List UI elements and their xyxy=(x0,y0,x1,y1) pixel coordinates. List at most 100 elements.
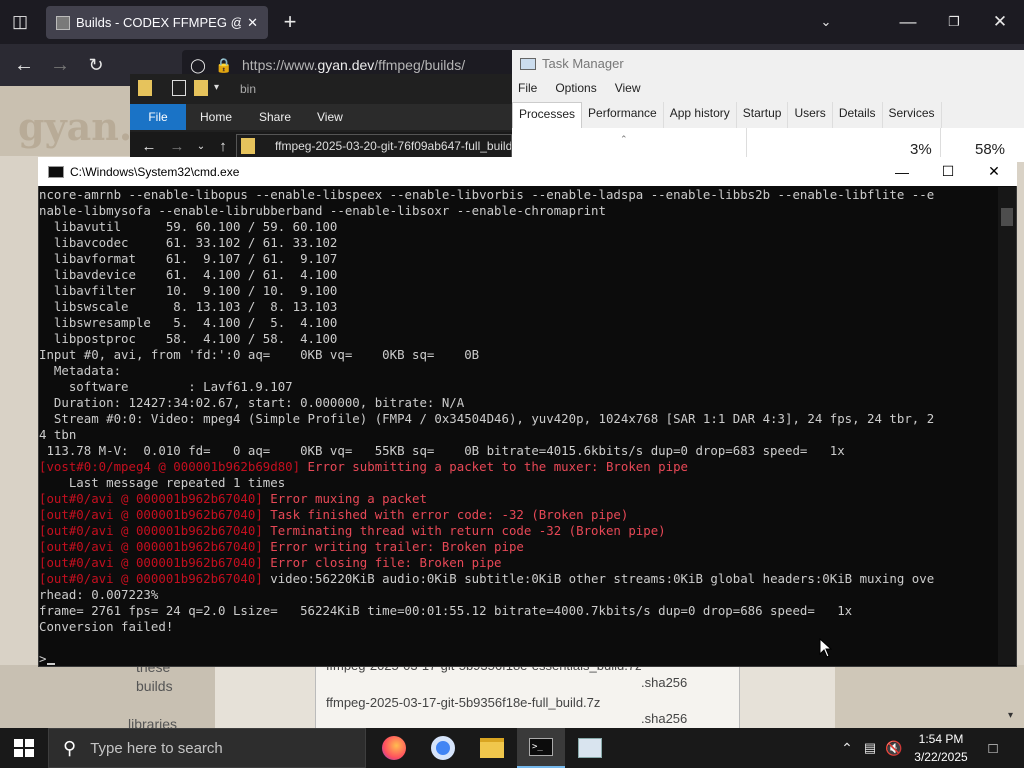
taskbar-file-explorer[interactable] xyxy=(468,728,516,768)
close-window-icon[interactable]: ✕ xyxy=(988,10,1012,34)
cmd-log-prefix: [out#0/avi @ 000001b962b67040] xyxy=(39,491,263,506)
taskbar-firefox[interactable] xyxy=(370,728,418,768)
explorer-recent-chevron-icon[interactable]: ⌄ xyxy=(194,136,208,156)
lock-icon[interactable]: 🔒 xyxy=(214,54,234,76)
explorer-forward-icon[interactable]: → xyxy=(168,136,186,156)
start-windows-icon[interactable] xyxy=(14,739,34,757)
memory-usage[interactable]: 58% xyxy=(975,141,1005,158)
cmd-close-icon[interactable]: ✕ xyxy=(971,157,1017,186)
shield-icon[interactable]: ◯ xyxy=(188,54,208,76)
cmd-line: libavcodec 61. 33.102 / 61. 33.102 xyxy=(39,235,338,250)
cmd-line: [out#0/avi @ 000001b962b67040] Task fini… xyxy=(39,507,997,523)
cmd-minimize-icon[interactable]: — xyxy=(879,157,925,186)
tm-tab-app-history[interactable]: App history xyxy=(664,102,737,128)
properties-icon[interactable] xyxy=(172,80,186,96)
volume-muted-icon[interactable]: 🔇 xyxy=(884,738,904,758)
tm-tab-users[interactable]: Users xyxy=(788,102,833,128)
sidebar-link-builds[interactable]: builds xyxy=(136,678,173,694)
cmd-line: [out#0/avi @ 000001b962b67040] Error clo… xyxy=(39,555,997,571)
tm-menu-file[interactable]: File xyxy=(518,81,537,95)
cmd-log-message: video:56220KiB audio:0KiB subtitle:0KiB … xyxy=(262,571,935,586)
cmd-error-message: Error writing trailer: Broken pipe xyxy=(262,539,524,554)
sort-chevron-icon[interactable]: ⌃ xyxy=(620,134,628,145)
tab-list-chevron-icon[interactable]: ⌄ xyxy=(814,10,838,34)
cmd-error-message: Error muxing a packet xyxy=(262,491,427,506)
new-tab-icon[interactable]: + xyxy=(278,9,302,34)
cmd-line: [out#0/avi @ 000001b962b67040] Error mux… xyxy=(39,491,997,507)
cmd-line: libavformat 61. 9.107 / 61. 9.107 xyxy=(39,251,338,266)
quick-access-chevron-icon[interactable]: ▾ xyxy=(214,82,219,93)
task-manager-titlebar: Task Manager xyxy=(520,56,624,71)
cmd-maximize-icon[interactable]: ☐ xyxy=(925,157,971,186)
task-manager-title: Task Manager xyxy=(542,56,624,71)
tm-tab-processes[interactable]: Processes xyxy=(512,102,583,128)
site-sidebar: these builds libraries xyxy=(0,659,215,732)
network-icon[interactable]: ▤ xyxy=(860,738,880,758)
cmd-line: [out#0/avi @ 000001b962b67040] Terminati… xyxy=(39,523,997,539)
page-scroll-down-icon[interactable]: ▾ xyxy=(1008,710,1013,721)
search-icon: ⚲ xyxy=(63,737,77,758)
tm-tab-startup[interactable]: Startup xyxy=(737,102,789,128)
tm-menu-options[interactable]: Options xyxy=(555,81,596,95)
cmd-error-message: Terminating thread with return code -32 … xyxy=(262,523,666,538)
task-manager-tabs: Processes Performance App history Startu… xyxy=(512,102,942,128)
tm-tab-details[interactable]: Details xyxy=(833,102,883,128)
reload-icon[interactable]: ↻ xyxy=(84,53,108,77)
cmd-line: Conversion failed! xyxy=(39,619,174,634)
cmd-output[interactable]: ncore-amrnb --enable-libopus --enable-li… xyxy=(39,187,997,665)
cmd-line: frame= 2761 fps= 24 q=2.0 Lsize= 56224Ki… xyxy=(39,603,853,618)
cmd-line: [out#0/avi @ 000001b962b67040] Error wri… xyxy=(39,539,997,555)
taskbar-cmd[interactable]: >_ xyxy=(517,728,565,768)
cmd-line: rhead: 0.007223% xyxy=(39,587,159,602)
cmd-scroll-thumb[interactable] xyxy=(1001,208,1013,226)
explorer-up-icon[interactable]: ↑ xyxy=(214,136,232,156)
back-icon[interactable]: ← xyxy=(12,53,36,77)
minimize-icon[interactable]: — xyxy=(896,10,920,34)
notifications-icon[interactable]: □ xyxy=(982,738,1004,758)
tab-overview-icon[interactable]: ◫ xyxy=(8,10,32,34)
url-domain: gyan.dev xyxy=(317,57,375,73)
cmd-line xyxy=(39,635,997,651)
restore-icon[interactable]: ❐ xyxy=(942,10,966,34)
cmd-line: nable-libmysofa --enable-librubberband -… xyxy=(39,203,606,218)
site-favicon-icon xyxy=(56,15,70,30)
cmd-line: ncore-amrnb --enable-libopus --enable-li… xyxy=(39,187,935,202)
cmd-line: libpostproc 58. 4.100 / 58. 4.100 xyxy=(39,331,338,346)
cmd-line: Duration: 12427:34:02.67, start: 0.00000… xyxy=(39,395,465,410)
cmd-log-prefix: [out#0/avi @ 000001b962b67040] xyxy=(39,555,263,570)
browser-tab-title: Builds - CODEX FFMPEG @ gyan.dev xyxy=(76,15,241,30)
cmd-log-prefix: [out#0/avi @ 000001b962b67040] xyxy=(39,523,263,538)
forward-icon[interactable]: → xyxy=(48,53,72,77)
tm-tab-performance[interactable]: Performance xyxy=(582,102,664,128)
firefox-icon xyxy=(382,736,406,760)
cmd-log-prefix: [out#0/avi @ 000001b962b67040] xyxy=(39,571,263,586)
tray-chevron-up-icon[interactable]: ⌃ xyxy=(838,738,856,758)
explorer-tab-home[interactable]: Home xyxy=(200,104,232,130)
cpu-usage[interactable]: 3% xyxy=(910,141,932,158)
task-manager-icon xyxy=(520,57,536,70)
cmd-line: [vost#0:0/mpeg4 @ 000001b962b69d80] Erro… xyxy=(39,459,997,475)
explorer-back-icon[interactable]: ← xyxy=(140,136,158,156)
tm-tab-services[interactable]: Services xyxy=(883,102,942,128)
explorer-tab-share[interactable]: Share xyxy=(259,104,291,130)
close-tab-icon[interactable]: ✕ xyxy=(247,15,258,31)
tm-menu-view[interactable]: View xyxy=(615,81,641,95)
cmd-scrollbar[interactable] xyxy=(998,187,1016,665)
taskbar-search[interactable]: ⚲ Type here to search xyxy=(48,728,366,768)
file-ext-essentials[interactable]: .sha256 xyxy=(641,675,687,690)
taskbar-clock[interactable]: 1:54 PM 3/22/2025 xyxy=(906,730,976,766)
clock-time: 1:54 PM xyxy=(918,732,964,746)
cmd-line: Metadata: xyxy=(39,363,122,378)
file-link-full[interactable]: ffmpeg-2025-03-17-git-5b9356f18e-full_bu… xyxy=(326,695,600,710)
taskbar-chrome[interactable] xyxy=(419,728,467,768)
explorer-tab-file[interactable]: File xyxy=(130,104,186,130)
file-ext-full[interactable]: .sha256 xyxy=(641,711,687,726)
site-logo: gyan.dev xyxy=(0,86,205,156)
cmd-taskbar-icon: >_ xyxy=(529,738,553,756)
browser-tab[interactable]: Builds - CODEX FFMPEG @ gyan.dev ✕ xyxy=(46,6,268,39)
folder-icon xyxy=(138,80,152,96)
taskbar-task-manager[interactable] xyxy=(566,728,614,768)
new-folder-icon[interactable] xyxy=(194,80,208,96)
explorer-tab-view[interactable]: View xyxy=(317,104,343,130)
task-manager-menu: File Options View xyxy=(518,81,641,95)
